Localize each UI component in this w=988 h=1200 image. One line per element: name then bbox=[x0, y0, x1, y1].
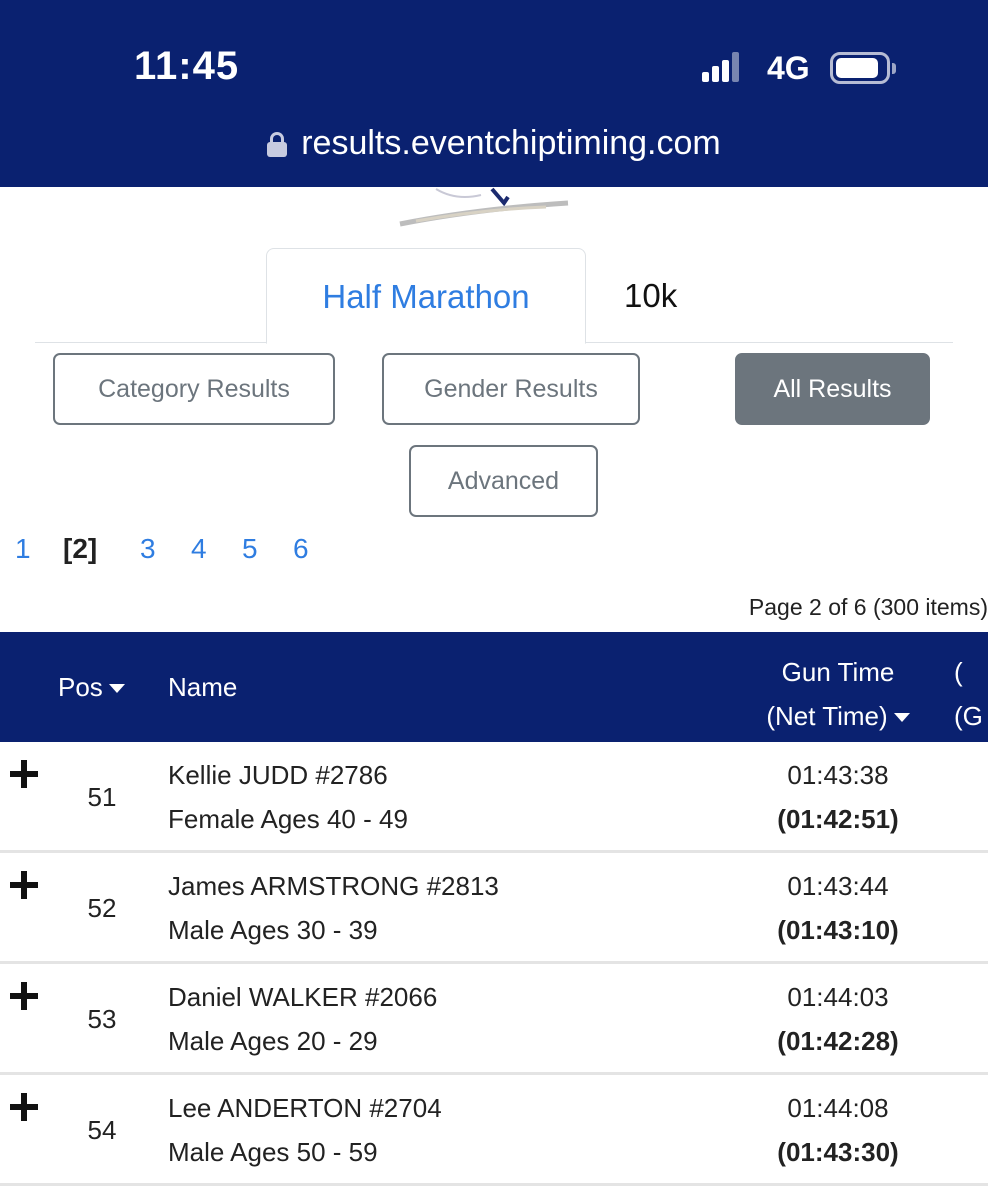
results-table-header: Pos Name Gun Time (Net Time) ( (G bbox=[0, 632, 988, 742]
runner-category: Male Ages 30 - 39 bbox=[168, 915, 378, 945]
gun-time: 01:43:38 bbox=[787, 760, 889, 790]
column-net-time-label: (Net Time) bbox=[766, 701, 888, 731]
table-row[interactable]: 53 Daniel WALKER #2066 Male Ages 20 - 29… bbox=[0, 964, 988, 1075]
row-position: 51 bbox=[87, 782, 117, 812]
page-link-6[interactable]: 6 bbox=[293, 533, 309, 565]
runner-category: Male Ages 20 - 29 bbox=[168, 1026, 378, 1056]
table-row[interactable]: 51 Kellie JUDD #2786 Female Ages 40 - 49… bbox=[0, 742, 988, 853]
page-link-3[interactable]: 3 bbox=[140, 533, 156, 565]
column-partial[interactable]: ( (G bbox=[954, 650, 983, 738]
battery-icon bbox=[830, 52, 896, 84]
net-time: (01:42:28) bbox=[777, 1026, 899, 1056]
tab-half-marathon[interactable]: Half Marathon bbox=[266, 248, 586, 344]
gun-time: 01:43:44 bbox=[787, 871, 889, 901]
url-text: results.eventchiptiming.com bbox=[301, 124, 721, 162]
runner-category: Male Ages 50 - 59 bbox=[168, 1137, 378, 1167]
event-logo bbox=[399, 187, 569, 227]
column-gun-time-label: Gun Time bbox=[781, 657, 895, 687]
expand-plus-icon[interactable] bbox=[10, 871, 38, 899]
column-pos-label: Pos bbox=[58, 672, 103, 702]
runner-name: Lee ANDERTON #2704 bbox=[168, 1093, 442, 1123]
net-time: (01:43:30) bbox=[777, 1137, 899, 1167]
gun-time: 01:44:08 bbox=[787, 1093, 889, 1123]
column-pos[interactable]: Pos bbox=[58, 672, 125, 703]
column-gun-time[interactable]: Gun Time (Net Time) bbox=[740, 650, 936, 738]
all-results-button[interactable]: All Results bbox=[735, 353, 930, 425]
column-partial-bottom: (G bbox=[954, 701, 983, 731]
page-link-1[interactable]: 1 bbox=[15, 533, 31, 565]
sort-caret-icon bbox=[108, 684, 125, 693]
tab-10k[interactable]: 10k bbox=[600, 248, 710, 344]
advanced-button[interactable]: Advanced bbox=[409, 445, 598, 517]
status-time: 11:45 bbox=[134, 44, 240, 88]
page-current: [2] bbox=[63, 533, 98, 564]
net-time: (01:42:51) bbox=[777, 804, 899, 834]
runner-name: James ARMSTRONG #2813 bbox=[168, 871, 499, 901]
expand-plus-icon[interactable] bbox=[10, 982, 38, 1010]
browser-top-bar: 11:45 4G results.eventchiptiming.com bbox=[0, 0, 988, 187]
runner-category: Female Ages 40 - 49 bbox=[168, 804, 408, 834]
sort-caret-icon bbox=[893, 713, 910, 722]
category-results-button[interactable]: Category Results bbox=[53, 353, 335, 425]
runner-name: Kellie JUDD #2786 bbox=[168, 760, 388, 790]
row-position: 53 bbox=[87, 1004, 117, 1034]
net-time: (01:43:10) bbox=[777, 915, 899, 945]
network-type: 4G bbox=[767, 50, 810, 86]
page-link-5[interactable]: 5 bbox=[242, 533, 258, 565]
table-row[interactable]: 52 James ARMSTRONG #2813 Male Ages 30 - … bbox=[0, 853, 988, 964]
table-row[interactable]: 54 Lee ANDERTON #2704 Male Ages 50 - 59 … bbox=[0, 1075, 988, 1186]
lock-icon bbox=[267, 132, 288, 157]
column-partial-top: ( bbox=[954, 657, 963, 687]
page-link-4[interactable]: 4 bbox=[191, 533, 207, 565]
runner-name: Daniel WALKER #2066 bbox=[168, 982, 438, 1012]
row-position: 52 bbox=[87, 893, 117, 923]
expand-plus-icon[interactable] bbox=[10, 1093, 38, 1121]
cell-signal-icon bbox=[702, 52, 742, 82]
gun-time: 01:44:03 bbox=[787, 982, 889, 1012]
column-name[interactable]: Name bbox=[168, 672, 237, 703]
gender-results-button[interactable]: Gender Results bbox=[382, 353, 640, 425]
expand-plus-icon[interactable] bbox=[10, 760, 38, 788]
row-position: 54 bbox=[87, 1115, 117, 1145]
page-info: Page 2 of 6 (300 items) bbox=[748, 594, 988, 620]
address-bar[interactable]: results.eventchiptiming.com bbox=[0, 124, 988, 163]
